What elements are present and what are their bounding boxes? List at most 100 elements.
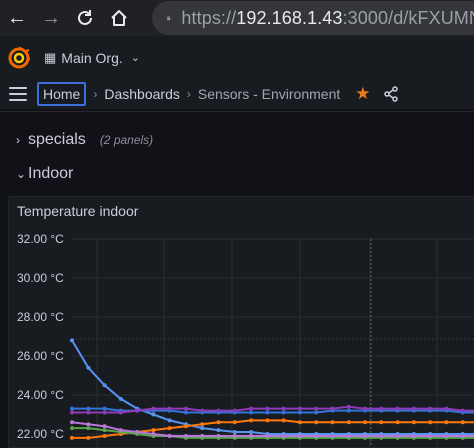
- data-point: [265, 418, 270, 423]
- data-point: [363, 420, 367, 425]
- data-point: [184, 424, 188, 429]
- data-point: [281, 434, 286, 438]
- data-point: [86, 365, 91, 370]
- data-point: [444, 406, 449, 411]
- url-path: :3000/d/kFXUMN: [342, 7, 474, 28]
- building-icon: ▦: [44, 49, 57, 65]
- data-point: [249, 410, 254, 415]
- data-point: [330, 406, 335, 411]
- data-point: [411, 434, 416, 438]
- data-point: [167, 406, 172, 411]
- data-point: [102, 383, 107, 388]
- data-point: [167, 418, 172, 423]
- chevron-right-icon: ›: [186, 87, 191, 101]
- url-text: https://192.168.1.43:3000/d/kFXUMN: [181, 8, 474, 29]
- data-point: [200, 422, 205, 427]
- data-point: [70, 435, 74, 440]
- data-point: [281, 410, 286, 415]
- home-icon[interactable]: [102, 0, 136, 36]
- star-icon[interactable]: ★: [355, 84, 370, 104]
- data-point: [216, 420, 221, 425]
- menu-icon[interactable]: [9, 87, 27, 101]
- data-point: [86, 406, 91, 411]
- row-specials[interactable]: › specials (2 panels): [0, 126, 153, 154]
- data-point: [135, 408, 140, 413]
- data-point: [460, 434, 465, 438]
- breadcrumb-home[interactable]: Home: [37, 82, 87, 106]
- address-bar[interactable]: https://192.168.1.43:3000/d/kFXUMN: [152, 1, 474, 35]
- data-point: [167, 434, 172, 438]
- data-point: [86, 435, 91, 440]
- data-point: [281, 418, 286, 423]
- share-icon[interactable]: [383, 86, 399, 102]
- forward-icon[interactable]: →: [34, 0, 68, 36]
- data-point: [200, 426, 205, 431]
- data-point: [184, 406, 188, 411]
- y-tick-label: 28.00 °C: [17, 310, 64, 324]
- data-point: [232, 430, 237, 434]
- data-point: [363, 434, 367, 438]
- chevron-down-icon: ⌄: [130, 52, 140, 64]
- data-point: [249, 434, 254, 438]
- data-point: [314, 406, 319, 411]
- panel-temperature-indoor: Temperature indoor 32.00 °C 30.00 °C 28.00…: [8, 196, 474, 448]
- reload-icon[interactable]: [68, 0, 102, 36]
- data-point: [346, 408, 351, 413]
- grafana-logo-icon[interactable]: [8, 46, 30, 69]
- data-point: [216, 434, 221, 438]
- data-point: [232, 408, 237, 413]
- data-point: [379, 420, 384, 425]
- data-point: [411, 406, 416, 411]
- data-point: [167, 426, 172, 431]
- data-point: [330, 420, 335, 425]
- data-point: [314, 434, 319, 438]
- data-point: [102, 424, 107, 429]
- back-icon[interactable]: ←: [0, 0, 34, 36]
- data-point: [102, 428, 107, 433]
- data-point: [70, 420, 74, 425]
- data-point: [249, 418, 254, 423]
- data-point: [232, 420, 237, 425]
- data-point: [86, 426, 91, 431]
- data-point: [232, 434, 237, 438]
- data-point: [297, 420, 302, 425]
- data-point: [184, 410, 188, 415]
- chevron-down-icon: ⌄: [16, 167, 27, 181]
- org-switcher[interactable]: ▦ Main Org. ⌄: [44, 50, 140, 66]
- lock-icon: [167, 15, 171, 21]
- divider: [0, 111, 474, 112]
- data-point: [118, 428, 123, 433]
- data-point: [428, 434, 433, 438]
- data-point: [70, 406, 74, 411]
- data-point: [346, 434, 351, 438]
- data-point: [249, 406, 254, 411]
- data-point: [102, 434, 107, 438]
- row-indoor[interactable]: ⌄ Indoor: [0, 160, 73, 188]
- data-point: [265, 410, 270, 415]
- breadcrumb-dashboards[interactable]: Dashboards: [104, 86, 180, 102]
- y-tick-label: 32.00 °C: [17, 232, 64, 246]
- y-tick-label: 30.00 °C: [17, 271, 64, 285]
- data-point: [314, 410, 319, 415]
- data-point: [411, 420, 416, 425]
- data-point: [297, 410, 302, 415]
- chevron-right-icon: ›: [93, 87, 98, 101]
- data-point: [297, 434, 302, 438]
- data-point: [200, 434, 205, 438]
- data-point: [151, 428, 156, 433]
- data-point: [151, 412, 156, 417]
- data-point: [70, 338, 74, 343]
- data-point: [281, 406, 286, 411]
- data-point: [151, 432, 156, 436]
- data-point: [460, 420, 465, 425]
- data-point: [314, 420, 319, 425]
- data-point: [460, 408, 465, 413]
- data-point: [265, 406, 270, 411]
- data-point: [135, 430, 140, 434]
- data-point: [151, 406, 156, 411]
- data-point: [70, 410, 74, 415]
- data-point: [70, 426, 74, 431]
- data-point: [265, 434, 270, 438]
- data-point: [102, 406, 107, 411]
- data-point: [346, 404, 351, 409]
